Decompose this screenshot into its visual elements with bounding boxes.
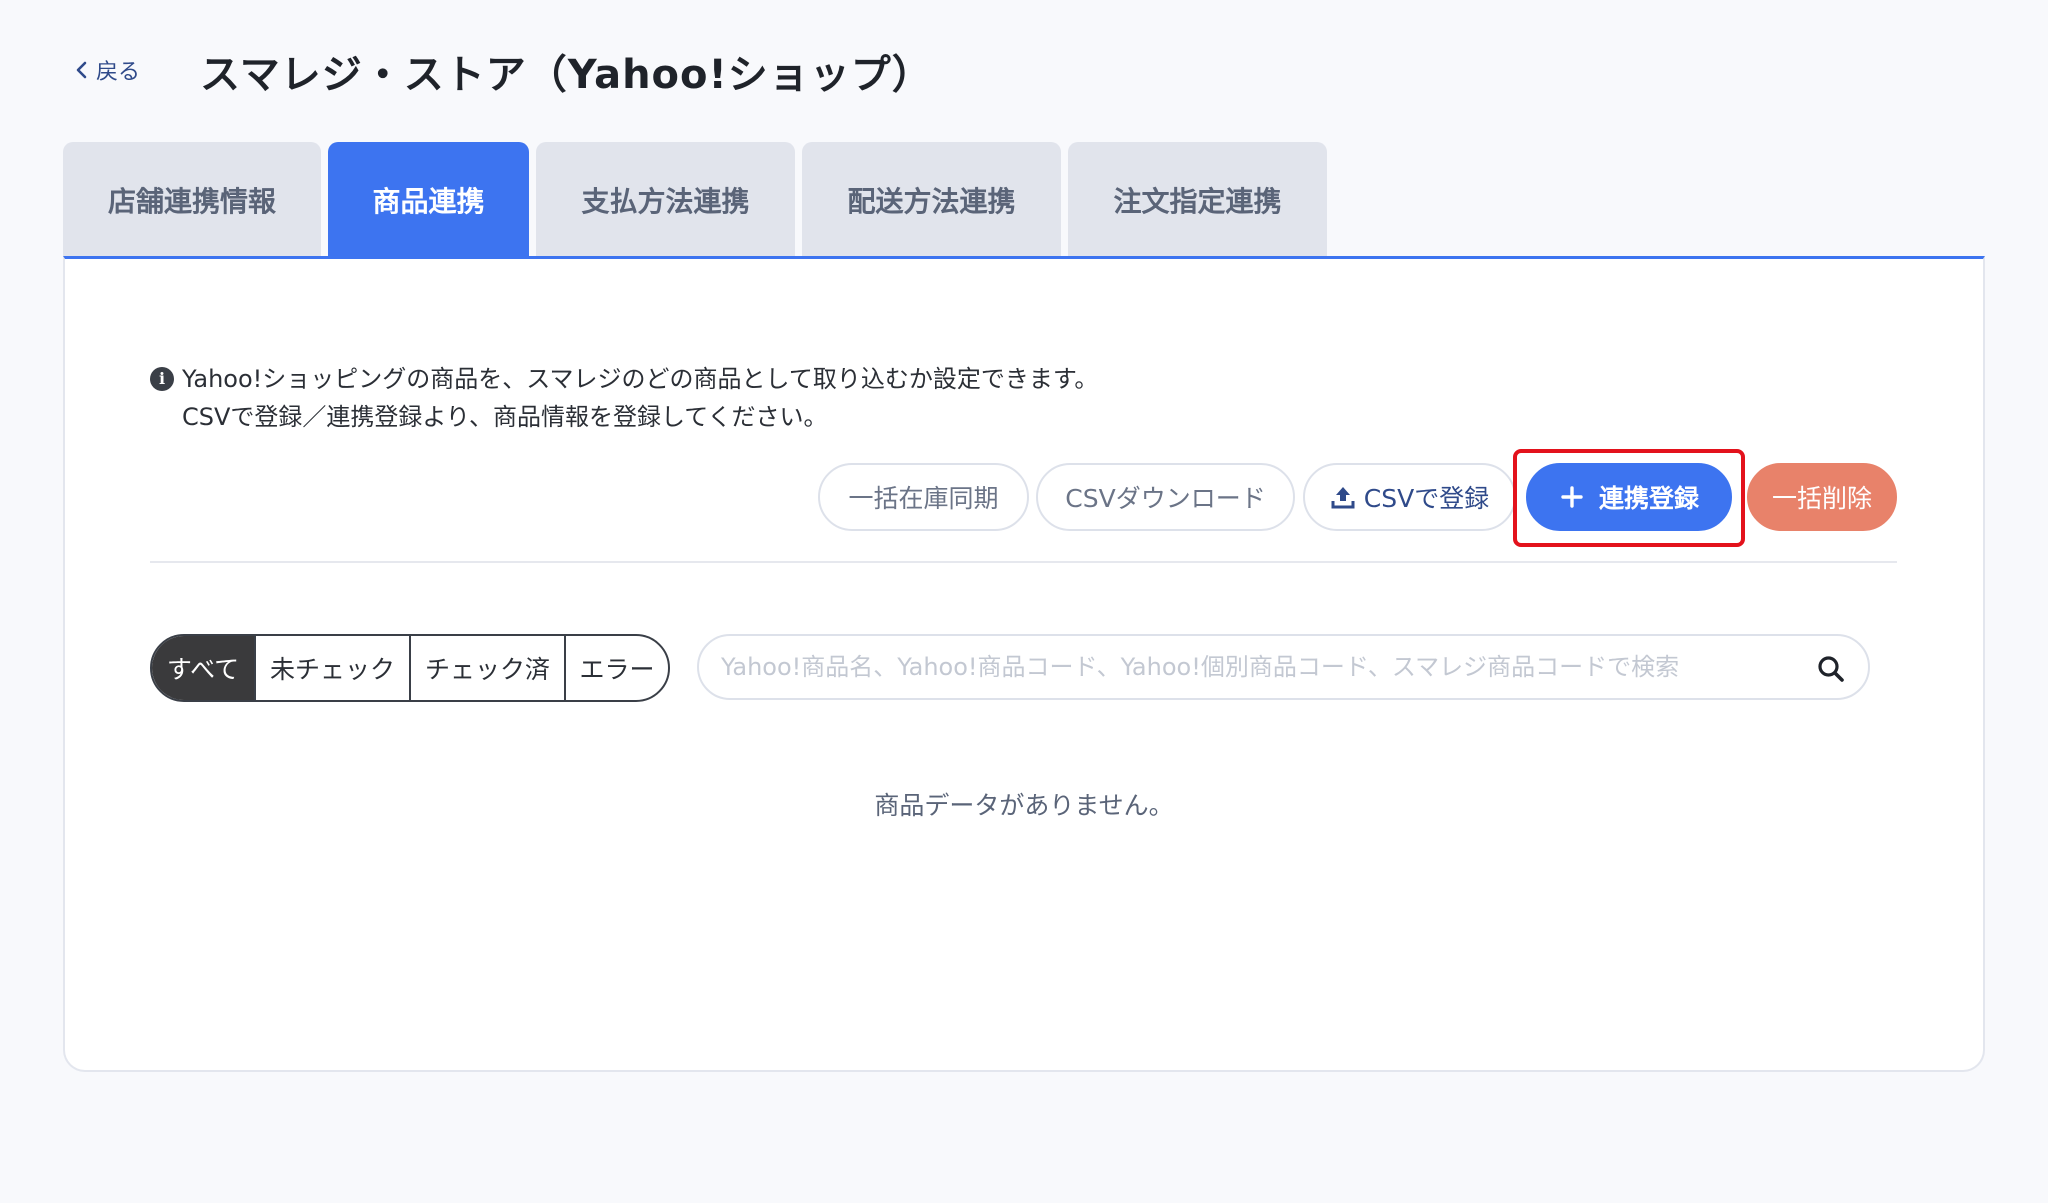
tab-product-link[interactable]: 商品連携	[328, 142, 529, 258]
info-message: i Yahoo!ショッピングの商品を、スマレジのどの商品として取り込むか設定でき…	[150, 360, 1098, 436]
upload-icon	[1331, 487, 1355, 509]
csv-download-button[interactable]: CSVダウンロード	[1036, 463, 1295, 531]
search-icon[interactable]	[1816, 654, 1846, 684]
info-line-2: CSVで登録／連携登録より、商品情報を登録してください。	[182, 403, 828, 431]
tab-order-link[interactable]: 注文指定連携	[1068, 142, 1327, 258]
back-label: 戻る	[96, 60, 141, 85]
tab-bar: 店舗連携情報 商品連携 支払方法連携 配送方法連携 注文指定連携	[63, 142, 1327, 258]
tab-payment-link[interactable]: 支払方法連携	[536, 142, 795, 258]
csv-register-button[interactable]: CSVで登録	[1303, 463, 1516, 531]
page-title: スマレジ・ストア（Yahoo!ショップ）	[200, 52, 933, 98]
tab-store-info[interactable]: 店舗連携情報	[63, 142, 321, 258]
filter-error[interactable]: エラー	[564, 636, 668, 700]
csv-register-label: CSVで登録	[1363, 484, 1490, 513]
empty-state-message: 商品データがありません。	[874, 791, 1174, 820]
info-icon: i	[150, 367, 174, 391]
chevron-left-icon	[76, 61, 87, 79]
bulk-delete-button[interactable]: 一括削除	[1747, 463, 1897, 531]
bulk-stock-sync-button[interactable]: 一括在庫同期	[818, 463, 1029, 531]
filter-checked[interactable]: チェック済	[409, 636, 564, 700]
header: 戻る スマレジ・ストア（Yahoo!ショップ）	[0, 0, 2048, 140]
tab-shipping-link[interactable]: 配送方法連携	[802, 142, 1061, 258]
search-box	[697, 634, 1870, 700]
search-input[interactable]	[721, 653, 1781, 681]
highlight-box	[1513, 449, 1745, 547]
filter-all[interactable]: すべて	[152, 636, 254, 700]
filter-unchecked[interactable]: 未チェック	[254, 636, 409, 700]
status-filter-group: すべて 未チェック チェック済 エラー	[150, 634, 670, 702]
info-line-1: Yahoo!ショッピングの商品を、スマレジのどの商品として取り込むか設定できます…	[182, 365, 1099, 393]
divider	[150, 561, 1897, 563]
back-link[interactable]: 戻る	[74, 54, 140, 86]
